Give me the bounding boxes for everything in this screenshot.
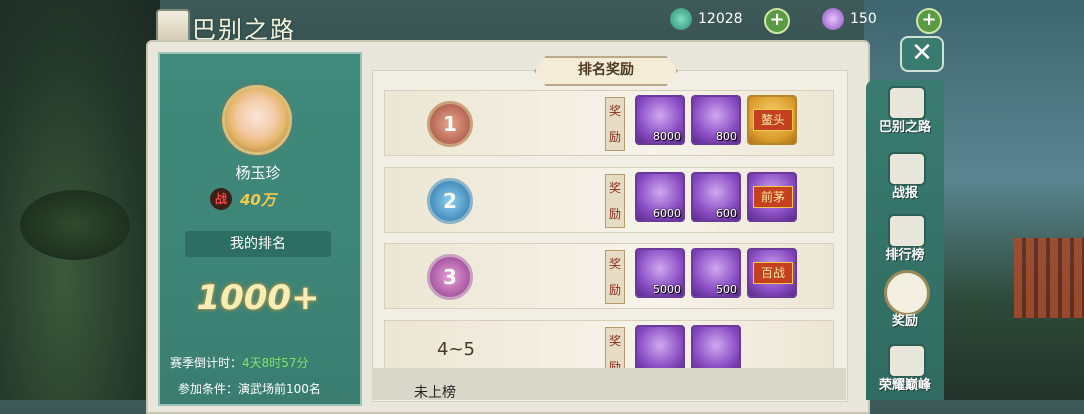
- reward-crystal-icon[interactable]: 500: [691, 248, 741, 298]
- nav-label: 奖励: [891, 314, 918, 329]
- jade-icon: [670, 8, 692, 30]
- reward-orb-icon[interactable]: 5000: [635, 248, 685, 298]
- season-label: 赛季倒计时：: [170, 356, 243, 370]
- item-count: 6000: [653, 207, 681, 220]
- jade-amount: 12028: [698, 11, 743, 27]
- power-value: 40万: [240, 191, 276, 209]
- item-count: 600: [716, 207, 737, 220]
- ranking-row: 1 奖励 8000 800 鳌头: [384, 90, 834, 156]
- season-value: 4天8时57分: [242, 356, 309, 370]
- battle-badge-icon: 战: [210, 188, 232, 210]
- my-rank-value: 1000+: [196, 278, 320, 318]
- reward-orb-icon[interactable]: 8000: [635, 95, 685, 145]
- item-count: 800: [716, 130, 737, 143]
- item-count: 500: [716, 283, 737, 296]
- gem-icon: [822, 8, 844, 30]
- unranked-text: 未上榜: [414, 385, 456, 401]
- nav-rewards[interactable]: 奖励: [866, 270, 944, 330]
- glory-peak-icon: [888, 344, 926, 378]
- reward-crystal-icon[interactable]: 800: [691, 95, 741, 145]
- rank-1-medal-icon: 1: [427, 101, 473, 147]
- power-display: 战 40万: [210, 188, 310, 212]
- rank-2-medal-icon: 2: [427, 178, 473, 224]
- avatar: [222, 85, 292, 155]
- background-bridge: [1014, 238, 1084, 318]
- title-label: 前茅: [753, 186, 793, 208]
- season-countdown: 赛季倒计时：4天8时57分: [170, 354, 309, 371]
- close-icon: ✕: [911, 38, 933, 68]
- reward-orb-icon[interactable]: 6000: [635, 172, 685, 222]
- player-name: 杨玉珍: [235, 164, 281, 182]
- nav-glory-peak[interactable]: 荣耀巅峰: [866, 340, 944, 400]
- reward-tag: 奖励: [605, 97, 625, 151]
- nav-label: 荣耀巅峰: [878, 378, 931, 393]
- my-rank-label: 我的排名: [185, 231, 331, 257]
- participation-condition: 参加条件：演武场前100名: [178, 382, 321, 396]
- reward-crystal-icon[interactable]: 600: [691, 172, 741, 222]
- nav-babel-road[interactable]: 巴别之路: [866, 82, 944, 142]
- gem-currency: 150 +: [822, 8, 942, 34]
- nav-leaderboard[interactable]: 排行榜: [866, 210, 944, 270]
- nav-label: 巴别之路: [878, 120, 931, 135]
- jade-currency: 12028 +: [670, 8, 790, 34]
- title-label: 百战: [753, 262, 793, 284]
- add-jade-button[interactable]: +: [764, 8, 790, 34]
- babel-road-icon: [888, 86, 926, 120]
- leaderboard-icon: [888, 214, 926, 248]
- nav-label: 排行榜: [885, 248, 925, 263]
- item-count: 5000: [653, 283, 681, 296]
- reward-title-icon[interactable]: 前茅: [747, 172, 797, 222]
- gem-amount: 150: [850, 11, 877, 27]
- nav-label: 战报: [891, 186, 918, 201]
- item-count: 8000: [653, 130, 681, 143]
- reward-title-icon[interactable]: 鳌头: [747, 95, 797, 145]
- reward-tag: 奖励: [605, 174, 625, 228]
- rank-range: 4~5: [437, 339, 475, 360]
- ranking-row: 3 奖励 5000 500 百战: [384, 243, 834, 309]
- reward-tag: 奖励: [605, 250, 625, 304]
- close-button[interactable]: ✕: [900, 36, 944, 72]
- add-gem-button[interactable]: +: [916, 8, 942, 34]
- ranking-row: 2 奖励 6000 600 前茅: [384, 167, 834, 233]
- reward-title-icon[interactable]: 百战: [747, 248, 797, 298]
- nav-battle-report[interactable]: 战报: [866, 148, 944, 208]
- ranking-header: 排名奖励: [534, 56, 678, 86]
- battle-report-icon: [888, 152, 926, 186]
- rank-3-medal-icon: 3: [427, 254, 473, 300]
- title-label: 鳌头: [753, 109, 793, 131]
- background-tree: [20, 190, 130, 260]
